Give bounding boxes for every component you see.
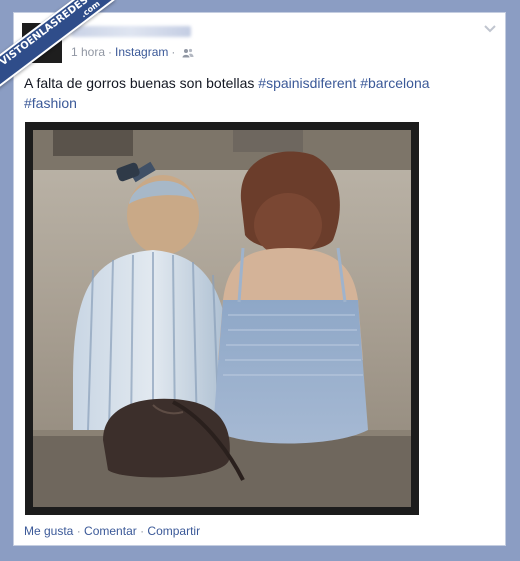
action-separator: · [76,524,81,538]
source-app-link[interactable]: Instagram [115,45,168,59]
post-card: 1 hora · Instagram · A falta de gorros b… [13,12,506,546]
meta-separator: · [171,45,176,59]
like-link[interactable]: Me gusta [24,524,73,538]
hashtag-spainisdiferent[interactable]: #spainisdiferent [258,75,356,91]
post-meta: 1 hora · Instagram · [71,45,194,59]
post-actions: Me gusta · Comentar · Compartir [24,524,200,538]
comment-link[interactable]: Comentar [84,524,137,538]
post-timestamp[interactable]: 1 hora [71,45,105,59]
friends-icon[interactable] [182,47,194,58]
meta-separator: · [108,45,113,59]
post-photo[interactable] [25,122,419,515]
hashtag-barcelona[interactable]: #barcelona [360,75,429,91]
action-separator: · [140,524,145,538]
photo-image [33,130,411,507]
chevron-down-icon[interactable] [483,21,497,35]
author-name-blurred[interactable] [71,26,191,37]
hashtag-fashion[interactable]: #fashion [24,95,77,111]
share-link[interactable]: Compartir [147,524,200,538]
message-text: A falta de gorros buenas son botellas [24,75,255,91]
post-message: A falta de gorros buenas son botellas #s… [24,73,494,113]
